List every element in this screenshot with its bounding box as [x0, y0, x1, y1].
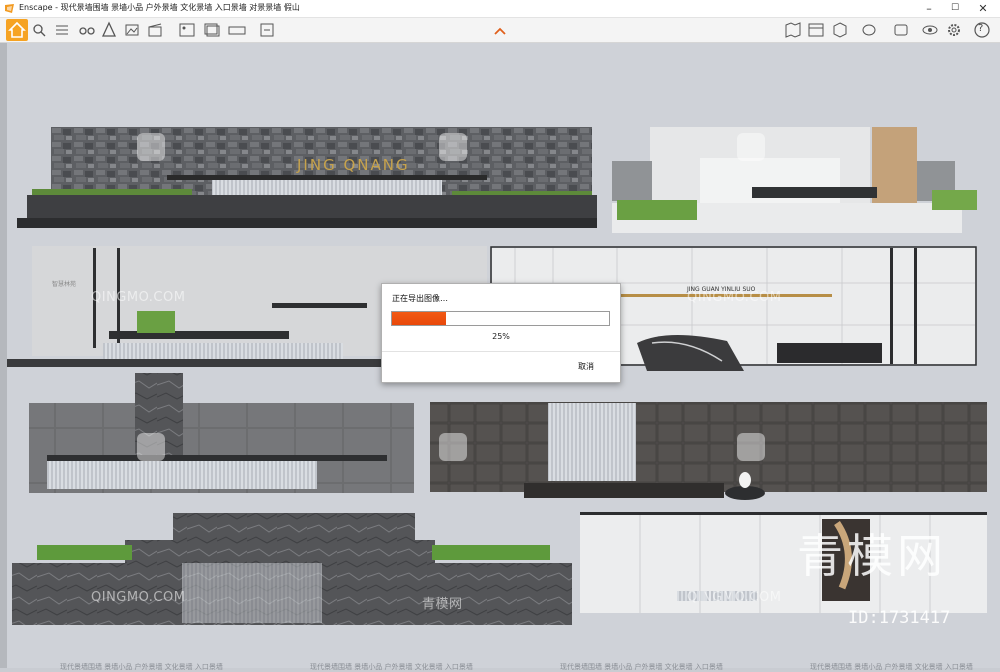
binoculars-icon[interactable] — [78, 21, 96, 39]
watermark-logo — [737, 133, 765, 161]
progress-percent: 25% — [492, 332, 510, 341]
panorama-export-icon[interactable] — [228, 21, 246, 39]
window-title: Enscape - 现代景墙围墙 景墙小品 户外景墙 文化景墙 入口景墙 对景景… — [19, 3, 300, 12]
watermark-logo — [137, 433, 165, 461]
visual-settings-icon[interactable] — [892, 21, 910, 39]
image-export-icon[interactable] — [178, 21, 196, 39]
watermark-text: QINGMO.COM — [687, 590, 782, 605]
watermark-id: ID:1731417 — [848, 608, 951, 628]
maximize-button[interactable]: ☐ — [942, 0, 968, 17]
asset-library-icon[interactable] — [807, 21, 825, 39]
cube-box-icon[interactable] — [831, 21, 849, 39]
home-button[interactable] — [6, 19, 28, 41]
watermark-text: QINGMO.COM — [687, 290, 782, 305]
progress-bar-fill — [392, 312, 447, 325]
paint-icon[interactable] — [860, 21, 878, 39]
bottom-caption: 现代景墙围墙 景墙小品 户外景墙 文化景墙 入口景墙 — [60, 663, 223, 671]
map-icon[interactable] — [784, 21, 802, 39]
cube-icon[interactable] — [100, 21, 118, 39]
export-progress-dialog: 正在导出图像… 25% 取消 — [381, 283, 621, 383]
dialog-title: 正在导出图像… — [392, 294, 448, 303]
watermark-logo — [737, 433, 765, 461]
eye-icon[interactable] — [921, 21, 939, 39]
watermark-text-cn: 青模网 — [422, 597, 463, 612]
watermark-logo — [439, 433, 467, 461]
left-panel-edge — [0, 43, 7, 668]
help-icon: ? — [978, 23, 984, 34]
close-button[interactable]: ✕ — [970, 0, 996, 17]
enscape-logo-icon — [5, 4, 14, 13]
bottom-caption: 现代景墙围墙 景墙小品 户外景墙 文化景墙 入口景墙 — [310, 663, 473, 671]
home-icon — [8, 21, 26, 38]
bottom-caption: 现代景墙围墙 景墙小品 户外景墙 文化景墙 入口景墙 — [560, 663, 723, 671]
clapboard-icon[interactable] — [146, 21, 164, 39]
title-bar: Enscape - 现代景墙围墙 景墙小品 户外景墙 文化景墙 入口景墙 对景景… — [0, 0, 1000, 18]
cancel-button[interactable]: 取消 — [578, 361, 594, 372]
watermark-text: QINGMO.COM — [91, 590, 186, 605]
watermark-logo — [439, 133, 467, 161]
bottom-caption: 现代景墙围墙 景墙小品 户外景墙 文化景墙 入口景墙 — [810, 663, 973, 671]
progress-bar — [391, 311, 610, 326]
watermark-big-cn: 青模网 — [797, 529, 947, 583]
landscape-icon[interactable] — [123, 21, 141, 39]
minimize-button[interactable]: – — [916, 0, 942, 17]
gear-icon[interactable] — [945, 21, 963, 39]
watermark-text: QINGMO.COM — [91, 290, 186, 305]
chevron-up-icon[interactable] — [491, 23, 509, 41]
exe-export-icon[interactable] — [258, 21, 276, 39]
batch-export-icon[interactable] — [203, 21, 221, 39]
list-icon[interactable] — [53, 21, 71, 39]
dialog-divider — [382, 351, 620, 352]
watermark-logo — [137, 133, 165, 161]
toolbar: ? — [0, 18, 1000, 43]
panel-text: 智慧林苑 — [52, 280, 76, 288]
help-button[interactable]: ? — [973, 21, 991, 39]
sign-text-1: JING QNANG — [296, 156, 410, 174]
lightbulb-icon[interactable] — [30, 21, 48, 39]
